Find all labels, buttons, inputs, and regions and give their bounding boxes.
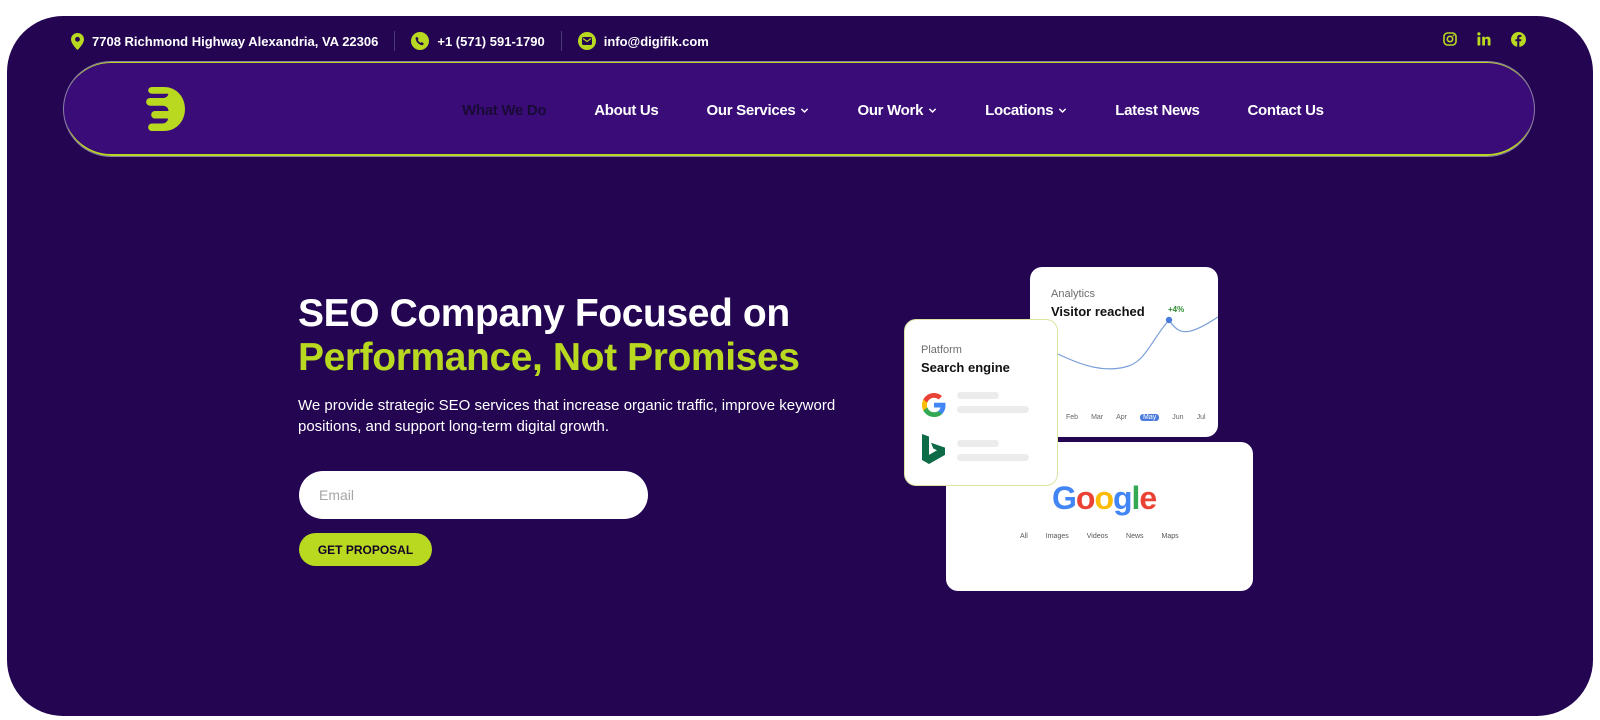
email-item[interactable]: info@digifik.com	[577, 32, 709, 50]
address-item: 7708 Richmond Highway Alexandria, VA 223…	[71, 32, 379, 50]
nav-item-locations[interactable]: Locations	[985, 102, 1067, 119]
placeholder-bar	[957, 406, 1029, 413]
address-text: 7708 Richmond Highway Alexandria, VA 223…	[92, 33, 379, 49]
mail-icon	[577, 32, 596, 50]
social-links	[1441, 30, 1527, 48]
email-text[interactable]: info@digifik.com	[604, 34, 709, 49]
hero-subtitle: We provide strategic SEO services that i…	[298, 397, 836, 435]
chevron-down-icon	[801, 107, 809, 113]
hero-title-line2: Performance, Not Promises	[298, 336, 800, 379]
divider	[560, 31, 562, 51]
nav-label: Contact Us	[1247, 101, 1324, 119]
facebook-icon[interactable]	[1509, 30, 1527, 48]
google-tab: All	[1020, 533, 1028, 540]
nav-label: Latest News	[1115, 101, 1200, 119]
nav-item-our-work[interactable]: Our Work	[857, 102, 937, 119]
google-logo: Google	[1052, 480, 1157, 516]
month-label-active: May	[1140, 414, 1160, 421]
phone-item[interactable]: +1 (571) 591-1790	[411, 32, 545, 50]
phone-text[interactable]: +1 (571) 591-1790	[437, 34, 544, 49]
get-proposal-button[interactable]: GET PROPOSAL	[299, 533, 432, 566]
month-label: Jul	[1196, 414, 1206, 421]
nav-label: Our Work	[857, 101, 924, 119]
hero-title: SEO Company Focused on Performance, Not …	[298, 292, 800, 380]
analytics-card: Analytics Visitor reached +4% Feb Mar Ap…	[1030, 267, 1218, 437]
instagram-icon[interactable]	[1441, 30, 1459, 48]
email-input[interactable]	[299, 471, 648, 519]
nav-item-our-services[interactable]: Our Services	[706, 102, 809, 119]
map-pin-icon	[71, 32, 84, 50]
nav-menu: What We Do About Us Our Services Our Wor…	[462, 62, 1372, 158]
month-label: Jun	[1172, 414, 1184, 421]
month-label: Feb	[1066, 414, 1079, 421]
nav-label: Locations	[985, 101, 1054, 119]
month-label: Mar	[1091, 414, 1104, 421]
google-tabs: All Images Videos News Maps	[1020, 533, 1179, 540]
divider	[394, 31, 396, 51]
platform-card: Platform Search engine	[904, 319, 1058, 486]
top-contact-bar: 7708 Richmond Highway Alexandria, VA 223…	[71, 28, 709, 54]
google-tab: News	[1126, 533, 1144, 540]
google-tab: Images	[1045, 533, 1069, 540]
hero-title-line1: SEO Company Focused on	[298, 292, 790, 335]
placeholder-bar	[957, 454, 1029, 461]
nav-label: Our Services	[706, 101, 796, 119]
page-frame: 7708 Richmond Highway Alexandria, VA 223…	[7, 16, 1593, 716]
month-axis: Feb Mar Apr May Jun Jul	[1066, 414, 1206, 421]
nav-item-about-us[interactable]: About Us	[594, 101, 659, 119]
visitor-line-chart	[1057, 316, 1218, 370]
chevron-down-icon	[928, 107, 937, 113]
main-navigation: What We Do About Us Our Services Our Wor…	[63, 61, 1535, 157]
nav-item-what-we-do[interactable]: What We Do	[462, 101, 547, 119]
google-g-icon	[921, 392, 947, 423]
bing-icon	[921, 434, 947, 469]
placeholder-bar	[957, 392, 999, 399]
linkedin-icon[interactable]	[1475, 30, 1493, 48]
month-label: Apr	[1116, 414, 1128, 421]
platform-title: Search engine	[921, 360, 1010, 375]
nav-label: About Us	[594, 101, 659, 119]
chart-point	[1165, 316, 1173, 324]
google-tab: Maps	[1161, 533, 1179, 540]
chevron-down-icon	[1059, 107, 1067, 113]
nav-label: What We Do	[462, 101, 547, 119]
nav-item-contact-us[interactable]: Contact Us	[1248, 102, 1324, 119]
phone-icon	[411, 32, 430, 50]
brand-logo[interactable]	[146, 87, 186, 131]
nav-item-latest-news[interactable]: Latest News	[1115, 101, 1200, 119]
platform-label: Platform	[921, 344, 962, 356]
google-tab: Videos	[1086, 533, 1109, 540]
placeholder-bar	[957, 440, 999, 447]
